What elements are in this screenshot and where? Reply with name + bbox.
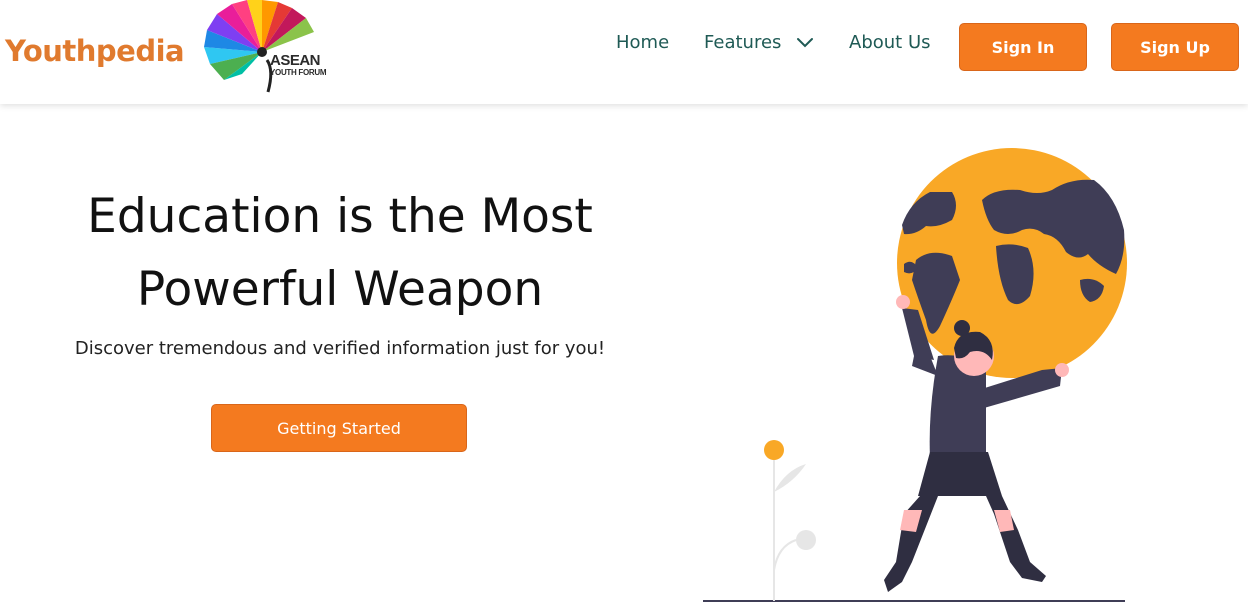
hero-title-line-2: Powerful Weapon xyxy=(136,262,544,317)
brand-name[interactable]: Youthpedia xyxy=(5,34,185,68)
logo-text-asean: ASEAN xyxy=(270,52,321,69)
nav-features[interactable]: Features xyxy=(704,32,781,53)
nav-about-us[interactable]: About Us xyxy=(849,32,931,53)
getting-started-button[interactable]: Getting Started xyxy=(211,404,467,452)
logo-text-youth-forum: YOUTH FORUM xyxy=(270,68,327,77)
hero-subtitle: Discover tremendous and verified informa… xyxy=(74,338,606,359)
top-navbar: Youthpedia ASEAN YOUTH FORUM Home Featur… xyxy=(0,0,1248,104)
nav-home[interactable]: Home xyxy=(616,32,669,53)
asean-youth-forum-logo[interactable] xyxy=(200,0,335,95)
sign-up-button[interactable]: Sign Up xyxy=(1111,23,1239,71)
hero-title-line-1: Education is the Most xyxy=(87,189,593,244)
sign-in-button[interactable]: Sign In xyxy=(959,23,1087,71)
woman-holding-globe-illustration xyxy=(703,148,1127,602)
hero-title: Education is the Most Powerful Weapon xyxy=(30,180,650,326)
chevron-down-icon[interactable] xyxy=(795,36,815,50)
